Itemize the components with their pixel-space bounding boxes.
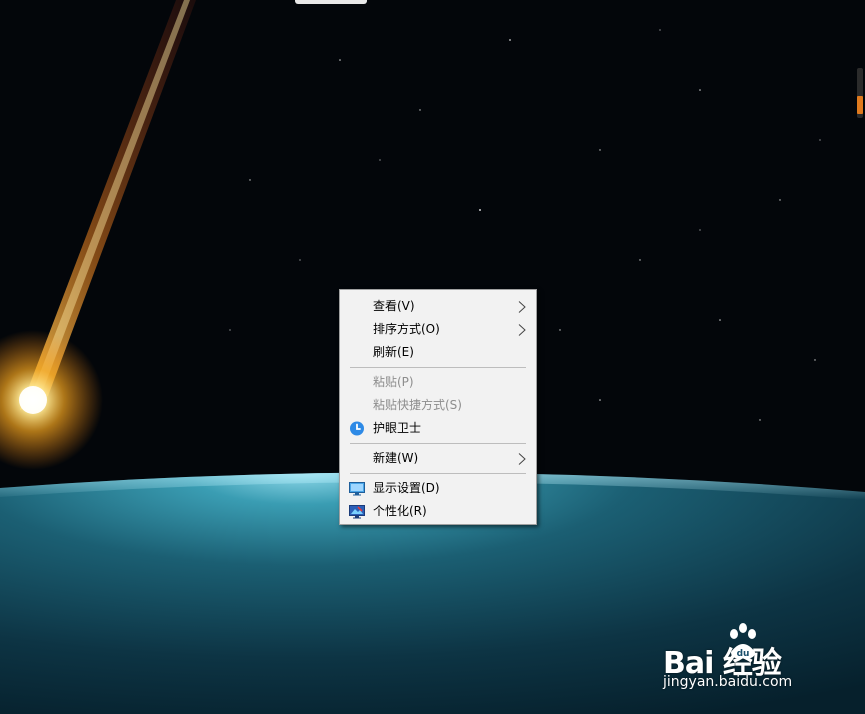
menu-item-personalize[interactable]: 个性化(R) <box>340 500 536 523</box>
menu-item-sort-by[interactable]: 排序方式(O) <box>340 318 536 341</box>
menu-item-label: 新建(W) <box>373 451 419 465</box>
personalize-icon <box>349 505 365 519</box>
menu-item-label: 粘贴快捷方式(S) <box>373 398 462 412</box>
menu-item-label: 个性化(R) <box>373 504 427 518</box>
menu-item-label: 刷新(E) <box>373 345 414 359</box>
menu-item-paste-shortcut: 粘贴快捷方式(S) <box>340 394 536 417</box>
chevron-right-icon <box>518 301 526 313</box>
menu-separator <box>350 443 526 444</box>
menu-separator <box>350 473 526 474</box>
top-window-edge <box>295 0 367 4</box>
watermark-url: jingyan.baidu.com <box>663 674 793 690</box>
menu-item-label: 查看(V) <box>373 299 415 313</box>
desktop-context-menu: 查看(V) 排序方式(O) 刷新(E) 粘贴(P) 粘贴快捷方式(S) 护眼卫士 <box>339 289 537 525</box>
menu-item-new[interactable]: 新建(W) <box>340 447 536 470</box>
chevron-right-icon <box>518 453 526 465</box>
menu-item-view[interactable]: 查看(V) <box>340 295 536 318</box>
edge-scroll-thumb[interactable] <box>857 96 863 114</box>
menu-item-label: 显示设置(D) <box>373 481 440 495</box>
desktop[interactable]: 查看(V) 排序方式(O) 刷新(E) 粘贴(P) 粘贴快捷方式(S) 护眼卫士 <box>0 0 865 714</box>
menu-item-label: 粘贴(P) <box>373 375 414 389</box>
display-settings-icon <box>349 482 365 496</box>
baidu-paw-logo: du <box>730 623 756 659</box>
baidu-jingyan-watermark: Bai 经验 du jingyan.baidu.com <box>663 622 823 694</box>
menu-item-label: 排序方式(O) <box>373 322 440 336</box>
menu-separator <box>350 367 526 368</box>
menu-item-eye-guard[interactable]: 护眼卫士 <box>340 417 536 440</box>
svg-text:du: du <box>737 649 750 659</box>
chevron-right-icon <box>518 324 526 336</box>
menu-item-display-settings[interactable]: 显示设置(D) <box>340 477 536 500</box>
menu-item-paste: 粘贴(P) <box>340 371 536 394</box>
menu-item-refresh[interactable]: 刷新(E) <box>340 341 536 364</box>
menu-item-label: 护眼卫士 <box>373 421 422 435</box>
eye-guard-icon <box>350 421 364 436</box>
edge-scroll-indicator[interactable] <box>857 68 863 118</box>
